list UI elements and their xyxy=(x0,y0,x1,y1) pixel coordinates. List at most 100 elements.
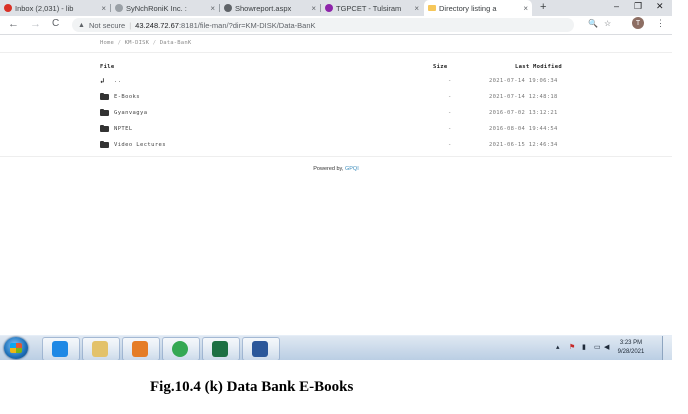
word-icon xyxy=(252,341,268,357)
file-explorer-icon xyxy=(92,341,108,357)
network-icon[interactable]: ▮ xyxy=(582,343,586,351)
file-name[interactable]: E-Books xyxy=(114,94,140,100)
list-item[interactable]: ↲ .. - 2021-07-14 19:06:34 xyxy=(100,77,580,87)
tab-gmail[interactable]: Inbox (2,031) - lib × xyxy=(0,0,110,16)
list-item[interactable]: NPTEL - 2016-08-04 19:44:54 xyxy=(100,125,580,135)
column-header-file[interactable]: File xyxy=(100,64,114,70)
breadcrumb-km-disk[interactable]: KM-DISK xyxy=(125,40,150,46)
file-name[interactable]: NPTEL xyxy=(114,126,133,132)
folder-icon xyxy=(100,141,109,148)
url-path: :8181/file-man/?dir=KM-DISK/Data-BanK xyxy=(178,20,316,30)
breadcrumb-home[interactable]: Home xyxy=(100,40,114,46)
close-window-button[interactable]: ✕ xyxy=(656,1,664,12)
system-clock[interactable]: 3:23 PM 9/28/2021 xyxy=(611,339,651,357)
divider xyxy=(0,156,672,157)
close-icon[interactable]: × xyxy=(210,4,215,13)
show-hidden-icons[interactable]: ▴ xyxy=(556,343,560,351)
clock-time: 3:23 PM xyxy=(619,340,643,346)
list-item[interactable]: E-Books - 2021-07-14 12:48:18 xyxy=(100,93,580,103)
url-host: 43.248.72.67 xyxy=(135,20,179,30)
tab-title: SyNchRoniK Inc. : xyxy=(126,3,187,13)
close-icon[interactable]: × xyxy=(523,4,528,13)
battery-icon[interactable]: ▭ xyxy=(594,343,601,351)
footer: Powered by, GPQI xyxy=(313,166,359,172)
tab-synchronik[interactable]: SyNchRoniK Inc. : × xyxy=(111,0,219,16)
footer-prefix: Powered by xyxy=(313,166,342,172)
file-modified: 2016-08-04 19:44:54 xyxy=(489,126,558,132)
action-center-icon[interactable]: ⚑ xyxy=(569,343,575,351)
column-header-size[interactable]: Size xyxy=(433,64,447,70)
tab-title: TGPCET - Tulsiram xyxy=(336,3,402,13)
address-bar[interactable]: ▲ Not secure | 43.248.72.67:8181/file-ma… xyxy=(72,18,611,32)
tab-strip: Inbox (2,031) - lib × SyNchRoniK Inc. : … xyxy=(0,0,672,16)
tab-showreport[interactable]: Showreport.aspx × xyxy=(220,0,320,16)
tgpcet-icon xyxy=(325,4,333,12)
taskbar: ▴ ⚑ ▮ ▭ ◀ 3:23 PM 9/28/2021 xyxy=(0,335,672,360)
chrome-icon xyxy=(172,341,188,357)
breadcrumb-separator: / xyxy=(152,40,157,46)
tab-tgpcet[interactable]: TGPCET - Tulsiram × xyxy=(321,0,423,16)
file-size: - xyxy=(448,78,452,84)
taskbar-app[interactable] xyxy=(42,337,80,360)
close-icon[interactable]: × xyxy=(414,4,419,13)
file-size: - xyxy=(448,110,452,116)
minimize-button[interactable]: – xyxy=(614,1,619,11)
file-modified: 2021-07-14 19:06:34 xyxy=(489,78,558,84)
folder-icon xyxy=(100,109,109,116)
gmail-icon xyxy=(4,4,12,12)
search-icon[interactable]: 🔍 xyxy=(588,19,598,28)
screenshot-frame: Inbox (2,031) - lib × SyNchRoniK Inc. : … xyxy=(0,0,672,360)
column-header-modified[interactable]: Last Modified xyxy=(515,64,562,70)
new-tab-button[interactable]: + xyxy=(540,1,546,13)
taskbar-app[interactable] xyxy=(242,337,280,360)
globe-icon xyxy=(115,4,123,12)
internet-explorer-icon xyxy=(52,341,68,357)
breadcrumb-data-bank: Data-BanK xyxy=(159,40,192,46)
security-label: Not secure xyxy=(88,20,126,30)
clock-date: 9/28/2021 xyxy=(617,349,645,355)
file-name[interactable]: Video Lectures xyxy=(114,142,166,148)
taskbar-app[interactable] xyxy=(162,337,200,360)
maximize-button[interactable]: ❐ xyxy=(634,1,642,12)
tab-title: Inbox (2,031) - lib xyxy=(15,3,74,13)
tab-title: Showreport.aspx xyxy=(235,3,292,13)
volume-icon[interactable]: ◀ xyxy=(604,343,609,351)
profile-avatar[interactable]: T xyxy=(632,17,644,29)
breadcrumb: Home / KM-DISK / Data-BanK xyxy=(100,40,191,46)
figure-caption: Fig.10.4 (k) Data Bank E-Books xyxy=(150,379,354,395)
taskbar-app[interactable] xyxy=(122,337,160,360)
list-item[interactable]: Video Lectures - 2021-06-15 12:46:34 xyxy=(100,141,580,151)
file-size: - xyxy=(448,126,452,132)
divider: | xyxy=(129,20,132,30)
star-icon[interactable]: ☆ xyxy=(604,19,611,28)
tab-directory-listing[interactable]: Directory listing a × xyxy=(424,0,532,16)
excel-icon xyxy=(212,341,228,357)
breadcrumb-separator: / xyxy=(117,40,122,46)
menu-icon[interactable]: ⋮ xyxy=(656,18,665,29)
folder-icon xyxy=(100,93,109,100)
forward-button[interactable]: → xyxy=(30,18,41,30)
folder-icon xyxy=(428,5,436,11)
browser-toolbar: ← → C ▲ Not secure | 43.248.72.67:8181/f… xyxy=(0,16,672,35)
back-button[interactable]: ← xyxy=(8,18,19,30)
start-button[interactable] xyxy=(4,337,28,359)
close-icon[interactable]: × xyxy=(311,4,316,13)
windows-logo-icon xyxy=(10,343,22,353)
taskbar-app[interactable] xyxy=(82,337,120,360)
folder-icon xyxy=(100,125,109,132)
reload-button[interactable]: C xyxy=(52,18,59,29)
divider xyxy=(0,52,672,53)
footer-link[interactable]: GPQI xyxy=(345,166,359,172)
show-desktop-button[interactable] xyxy=(662,336,672,360)
file-modified: 2021-07-14 12:48:18 xyxy=(489,94,558,100)
list-item[interactable]: Gyanvagya - 2016-07-02 13:12:21 xyxy=(100,109,580,119)
file-size: - xyxy=(448,94,452,100)
file-name[interactable]: .. xyxy=(114,78,121,84)
file-modified: 2021-06-15 12:46:34 xyxy=(489,142,558,148)
taskbar-app[interactable] xyxy=(202,337,240,360)
close-icon[interactable]: × xyxy=(101,4,106,13)
media-player-icon xyxy=(132,341,148,357)
globe-icon xyxy=(224,4,232,12)
warning-icon: ▲ xyxy=(78,21,85,29)
file-name[interactable]: Gyanvagya xyxy=(114,110,147,116)
